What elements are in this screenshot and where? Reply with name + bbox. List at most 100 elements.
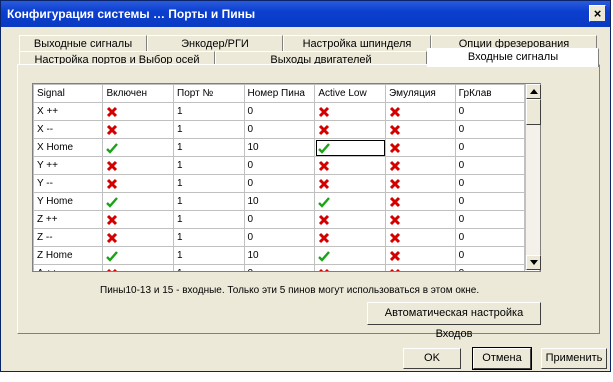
hotkey-cell[interactable]: 0: [454, 120, 526, 139]
table-row[interactable]: X Home 1 10 0: [33, 138, 540, 157]
active-low-cell[interactable]: [314, 138, 386, 157]
col-header-hotkey[interactable]: ГрКлав: [454, 84, 526, 103]
hotkey-cell[interactable]: 0: [454, 246, 526, 265]
hotkey-cell[interactable]: 0: [454, 156, 526, 175]
emulation-cell[interactable]: [385, 264, 456, 271]
enabled-cell[interactable]: [102, 246, 175, 265]
port-cell[interactable]: 1: [173, 120, 245, 139]
scroll-up-button[interactable]: [526, 84, 541, 99]
col-header-pin[interactable]: Номер Пина: [243, 84, 316, 103]
emulation-cell[interactable]: [385, 102, 456, 121]
title-bar[interactable]: Конфигурация системы … Порты и Пины ×: [1, 1, 610, 27]
tab-encoder[interactable]: Энкодер/РГИ: [147, 35, 283, 52]
close-button[interactable]: ×: [589, 5, 606, 22]
arrow-down-icon: [530, 260, 538, 265]
pin-cell[interactable]: 0: [243, 174, 316, 193]
emulation-cell[interactable]: [385, 228, 456, 247]
red-x-icon: [319, 178, 330, 189]
active-low-cell[interactable]: [314, 192, 386, 211]
apply-button[interactable]: Применить: [541, 348, 607, 369]
table-row[interactable]: A ++100: [33, 264, 540, 271]
tab-output-signals[interactable]: Выходные сигналы: [19, 35, 147, 52]
port-cell[interactable]: 1: [173, 174, 245, 193]
pin-cell[interactable]: 10: [243, 138, 316, 157]
scroll-down-button[interactable]: [526, 255, 541, 270]
port-cell[interactable]: 1: [173, 192, 245, 211]
port-cell[interactable]: 1: [173, 102, 245, 121]
table-row[interactable]: Y -- 1 0 0: [33, 174, 540, 193]
hotkey-cell[interactable]: 0: [454, 174, 526, 193]
active-low-cell[interactable]: [314, 156, 386, 175]
col-header-port[interactable]: Порт №: [173, 84, 245, 103]
pin-cell[interactable]: 0: [243, 120, 316, 139]
hotkey-cell[interactable]: 0: [454, 210, 526, 229]
table-row[interactable]: Z ++ 1 0 0: [33, 210, 540, 229]
signal-name: Z Home: [33, 246, 104, 265]
emulation-cell[interactable]: [385, 174, 456, 193]
enabled-cell[interactable]: [102, 138, 175, 157]
cancel-button[interactable]: Отмена: [472, 347, 532, 370]
emulation-cell[interactable]: [385, 138, 456, 157]
enabled-cell[interactable]: [102, 210, 175, 229]
enabled-cell[interactable]: [102, 120, 175, 139]
col-header-emulation[interactable]: Эмуляция: [385, 84, 456, 103]
emulation-cell[interactable]: [385, 210, 456, 229]
pin-cell[interactable]: 0: [243, 264, 316, 271]
red-x-icon: [319, 214, 330, 225]
port-cell[interactable]: 1: [173, 264, 245, 271]
pin-cell[interactable]: 0: [243, 156, 316, 175]
ok-button[interactable]: OK: [403, 348, 461, 369]
active-low-cell[interactable]: [314, 264, 386, 271]
green-check-icon: [106, 142, 119, 154]
pin-cell[interactable]: 0: [243, 228, 316, 247]
input-signals-grid[interactable]: Signal Включен Порт № Номер Пина Active …: [32, 83, 541, 272]
pin-cell[interactable]: 10: [243, 246, 316, 265]
table-row[interactable]: X -- 1 0 0: [33, 120, 540, 139]
signal-name: X ++: [33, 102, 104, 121]
port-cell[interactable]: 1: [173, 156, 245, 175]
emulation-cell[interactable]: [385, 246, 456, 265]
active-low-cell[interactable]: [314, 174, 386, 193]
enabled-cell[interactable]: [102, 174, 175, 193]
col-header-active-low[interactable]: Active Low: [314, 84, 386, 103]
emulation-cell[interactable]: [385, 192, 456, 211]
table-row[interactable]: Y Home 1 10 0: [33, 192, 540, 211]
pin-cell[interactable]: 0: [243, 102, 316, 121]
pin-cell[interactable]: 0: [243, 210, 316, 229]
active-low-cell[interactable]: [314, 228, 386, 247]
tab-spindle-setup[interactable]: Настройка шпинделя: [283, 35, 431, 52]
enabled-cell[interactable]: [102, 192, 175, 211]
pin-cell[interactable]: 10: [243, 192, 316, 211]
table-row[interactable]: X ++ 1 0 0: [33, 102, 540, 121]
emulation-cell[interactable]: [385, 156, 456, 175]
port-cell[interactable]: 1: [173, 138, 245, 157]
red-x-icon: [389, 232, 401, 243]
auto-setup-inputs-button[interactable]: Автоматическая настройка Входов: [367, 302, 541, 340]
active-low-cell[interactable]: [314, 120, 386, 139]
close-icon: ×: [593, 6, 602, 21]
active-low-cell[interactable]: [314, 210, 386, 229]
table-row[interactable]: Y ++ 1 0 0: [33, 156, 540, 175]
enabled-cell[interactable]: [102, 156, 175, 175]
hotkey-cell[interactable]: 0: [454, 102, 526, 121]
table-row[interactable]: Z Home 1 10 0: [33, 246, 540, 265]
hotkey-cell[interactable]: 0: [454, 264, 526, 271]
enabled-cell[interactable]: [102, 228, 175, 247]
tab-input-signals[interactable]: Входные сигналы: [427, 48, 599, 67]
hotkey-cell[interactable]: 0: [454, 192, 526, 211]
port-cell[interactable]: 1: [173, 246, 245, 265]
active-low-cell[interactable]: [314, 246, 386, 265]
active-low-cell[interactable]: [314, 102, 386, 121]
port-cell[interactable]: 1: [173, 210, 245, 229]
col-header-enabled[interactable]: Включен: [102, 84, 175, 103]
table-row[interactable]: Z -- 1 0 0: [33, 228, 540, 247]
scroll-thumb[interactable]: [526, 99, 541, 125]
enabled-cell[interactable]: [102, 264, 175, 271]
port-cell[interactable]: 1: [173, 228, 245, 247]
grid-scrollbar[interactable]: [525, 84, 541, 270]
emulation-cell[interactable]: [385, 120, 456, 139]
hotkey-cell[interactable]: 0: [454, 138, 526, 157]
col-header-signal[interactable]: Signal: [33, 84, 104, 103]
enabled-cell[interactable]: [102, 102, 175, 121]
hotkey-cell[interactable]: 0: [454, 228, 526, 247]
